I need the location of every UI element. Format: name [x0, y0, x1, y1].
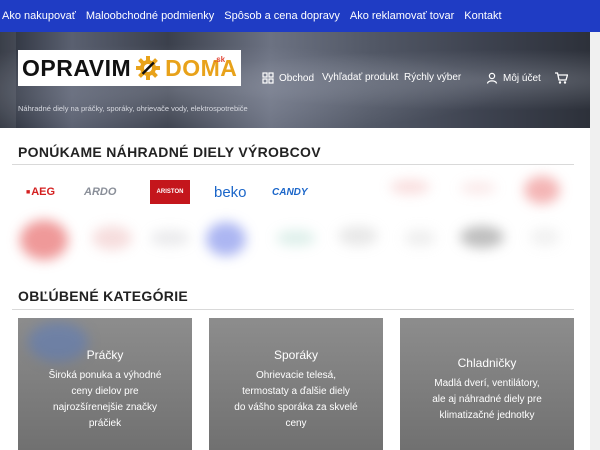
brand-beko-label: beko: [214, 183, 247, 201]
nav-link-complaints[interactable]: Ako reklamovať tovar: [345, 10, 459, 22]
header-nav-search-label: Vyhľadať produkt: [322, 72, 399, 83]
card-desc-line: termostaty a ďalšie diely: [242, 386, 350, 397]
category-card-title: Chladničky: [457, 356, 517, 370]
brand-ariston-label: ARISTON: [156, 189, 184, 195]
card-desc-line: Madlá dverí, ventilátory,: [434, 378, 540, 389]
header-nav-quick-select[interactable]: Rýchly výber: [404, 72, 461, 83]
brands-section-title: PONÚKAME NÁHRADNÉ DIELY VÝROBCOV: [18, 144, 321, 160]
cart-icon: [555, 72, 568, 84]
brand-logo-blurred[interactable]: [92, 226, 132, 250]
brand-logo-blurred[interactable]: [460, 182, 496, 194]
header-nav-account-label: Môj účet: [503, 72, 541, 84]
card-desc-line: ale aj náhradné diely pre: [432, 394, 542, 405]
nav-link-how-to-buy[interactable]: Ako nakupovať: [0, 10, 81, 22]
logo-text-opravim: OPRAVIM: [22, 54, 132, 81]
brand-logo-blurred[interactable]: [524, 176, 560, 204]
nav-link-retail-terms[interactable]: Maloobchodné podmienky: [81, 10, 219, 22]
card-desc-line: práčiek: [88, 418, 122, 429]
categories-divider: [12, 309, 574, 310]
top-nav: Ako nakupovať Maloobchodné podmienky Spô…: [0, 0, 600, 32]
nav-link-shipping[interactable]: Spôsob a cena dopravy: [219, 10, 345, 22]
header-nav-account[interactable]: Môj účet: [486, 72, 541, 84]
brand-logo-blurred[interactable]: [206, 222, 246, 256]
brand-logo-blurred[interactable]: [150, 230, 190, 246]
user-icon: [486, 72, 498, 84]
nav-link-contact[interactable]: Kontakt: [459, 10, 506, 22]
card-desc-line: ceny: [285, 418, 307, 429]
wrench-gear-icon: [134, 54, 162, 82]
category-card-description: Široká ponuka a výhodné ceny dielov pre …: [26, 368, 184, 432]
brand-logo-blurred[interactable]: [530, 228, 560, 246]
card-desc-line: ceny dielov pre: [71, 386, 139, 397]
header-nav-shop-label: Obchod: [279, 72, 315, 84]
site-tagline: Náhradné diely na práčky, sporáky, ohrie…: [18, 104, 248, 113]
brand-logo-blurred[interactable]: [460, 226, 504, 248]
brand-logo-ariston[interactable]: ARISTON: [150, 180, 190, 204]
category-card-washers[interactable]: Práčky Široká ponuka a výhodné ceny diel…: [18, 318, 192, 450]
logo-domain-suffix: .sk: [214, 55, 226, 64]
category-card-title: Práčky: [86, 348, 124, 362]
brands-divider: [12, 164, 574, 165]
brand-logo-blurred[interactable]: [390, 180, 430, 194]
card-desc-line: Ohrievacie telesá,: [255, 370, 337, 381]
category-card-description: Madlá dverí, ventilátory, ale aj náhradn…: [408, 376, 566, 424]
category-card-description: Ohrievacie telesá, termostaty a ďalšie d…: [217, 368, 375, 432]
brand-ardo-label: ARDO: [84, 186, 117, 198]
card-desc-line: do vášho sporáka za skvelé: [234, 402, 358, 413]
header-nav-quick-label: Rýchly výber: [404, 72, 462, 83]
page-scrollbar[interactable]: [590, 32, 600, 450]
category-card-fridges[interactable]: Chladničky Madlá dverí, ventilátory, ale…: [400, 318, 574, 450]
category-card-stoves[interactable]: Sporáky Ohrievacie telesá, termostaty a …: [209, 318, 383, 450]
brand-logo-candy[interactable]: CANDY: [272, 182, 308, 202]
brand-aeg-label: AEG: [31, 186, 56, 198]
brand-logo-beko[interactable]: beko: [214, 182, 247, 202]
card-desc-line: Široká ponuka a výhodné: [48, 370, 162, 381]
header-nav-shop[interactable]: Obchod: [262, 72, 314, 84]
grid-icon: [262, 72, 274, 84]
brand-logo-blurred[interactable]: [20, 220, 68, 260]
category-card-title: Sporáky: [273, 348, 319, 362]
brand-logo-blurred[interactable]: [338, 226, 378, 246]
brand-candy-label: CANDY: [272, 186, 308, 198]
logo-text-doma: DOMA: [165, 54, 238, 81]
brand-logo-blurred[interactable]: [276, 230, 316, 246]
brand-logo-aeg[interactable]: ■ AEG: [26, 182, 55, 202]
card-desc-line: klimatizačné jednotky: [439, 410, 535, 421]
brand-logo-ardo[interactable]: ARDO: [84, 182, 116, 202]
brand-logo-blurred[interactable]: [404, 230, 436, 246]
header-nav-search[interactable]: Vyhľadať produkt: [322, 72, 398, 83]
card-desc-line: najrozšírenejšie značky: [53, 402, 157, 413]
categories-section-title: OBĽÚBENÉ KATEGÓRIE: [18, 288, 189, 304]
site-logo[interactable]: OPRAVIM DOMA: [18, 50, 242, 86]
cart-button[interactable]: [555, 72, 573, 84]
header-edge-left: [0, 32, 16, 128]
